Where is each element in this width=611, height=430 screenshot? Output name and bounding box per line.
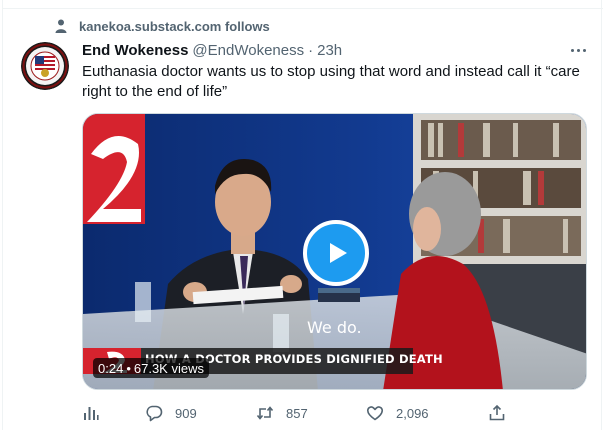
divider — [3, 8, 603, 9]
view-count: 67.3K views — [133, 360, 204, 376]
tweet-text: Euthanasia doctor wants us to stop using… — [82, 63, 580, 100]
heart-icon — [366, 406, 384, 421]
video-subtitle: We do. — [307, 318, 362, 337]
more-options-button[interactable] — [566, 40, 590, 60]
like-button[interactable]: 2,096 — [366, 402, 429, 424]
display-name[interactable]: End Wokeness — [82, 42, 188, 59]
action-bar: 909 857 2,096 — [82, 402, 592, 424]
analytics-button[interactable] — [82, 402, 100, 424]
tweet-header: End Wokeness @EndWokeness · 23h — [82, 40, 342, 60]
share-button[interactable] — [488, 402, 506, 424]
video-player[interactable]: We do. HOW A DOCTOR PROVIDES DIGNIFIED D… — [82, 113, 587, 390]
video-stats-badge: 0:24 • 67.3K views — [93, 358, 209, 378]
retweet-icon — [256, 406, 274, 420]
social-context[interactable]: kanekoa.substack.com follows — [53, 16, 270, 36]
reply-count: 909 — [175, 405, 197, 421]
timestamp[interactable]: 23h — [317, 42, 342, 59]
video-duration: 0:24 — [98, 360, 124, 376]
more-icon-dot — [582, 48, 586, 52]
more-icon-dot — [576, 48, 580, 52]
retweet-button[interactable]: 857 — [256, 402, 308, 424]
tweet-article[interactable]: kanekoa.substack.com follows End Wokenes… — [2, 0, 603, 430]
reply-icon — [146, 405, 163, 422]
social-context-text[interactable]: kanekoa.substack.com follows — [79, 19, 270, 34]
play-button[interactable] — [303, 220, 369, 286]
separator-dot: · — [308, 41, 314, 59]
play-icon — [330, 243, 347, 263]
analytics-icon — [84, 407, 99, 420]
person-icon — [55, 19, 67, 33]
more-icon — [570, 48, 574, 52]
retweet-count: 857 — [286, 405, 308, 421]
avatar-logo — [21, 42, 69, 90]
views-separator: • — [126, 360, 131, 376]
reply-button[interactable]: 909 — [145, 402, 197, 424]
like-count: 2,096 — [396, 405, 429, 421]
avatar[interactable] — [21, 42, 69, 90]
share-icon — [489, 404, 505, 421]
user-handle[interactable]: @EndWokeness — [192, 42, 304, 59]
